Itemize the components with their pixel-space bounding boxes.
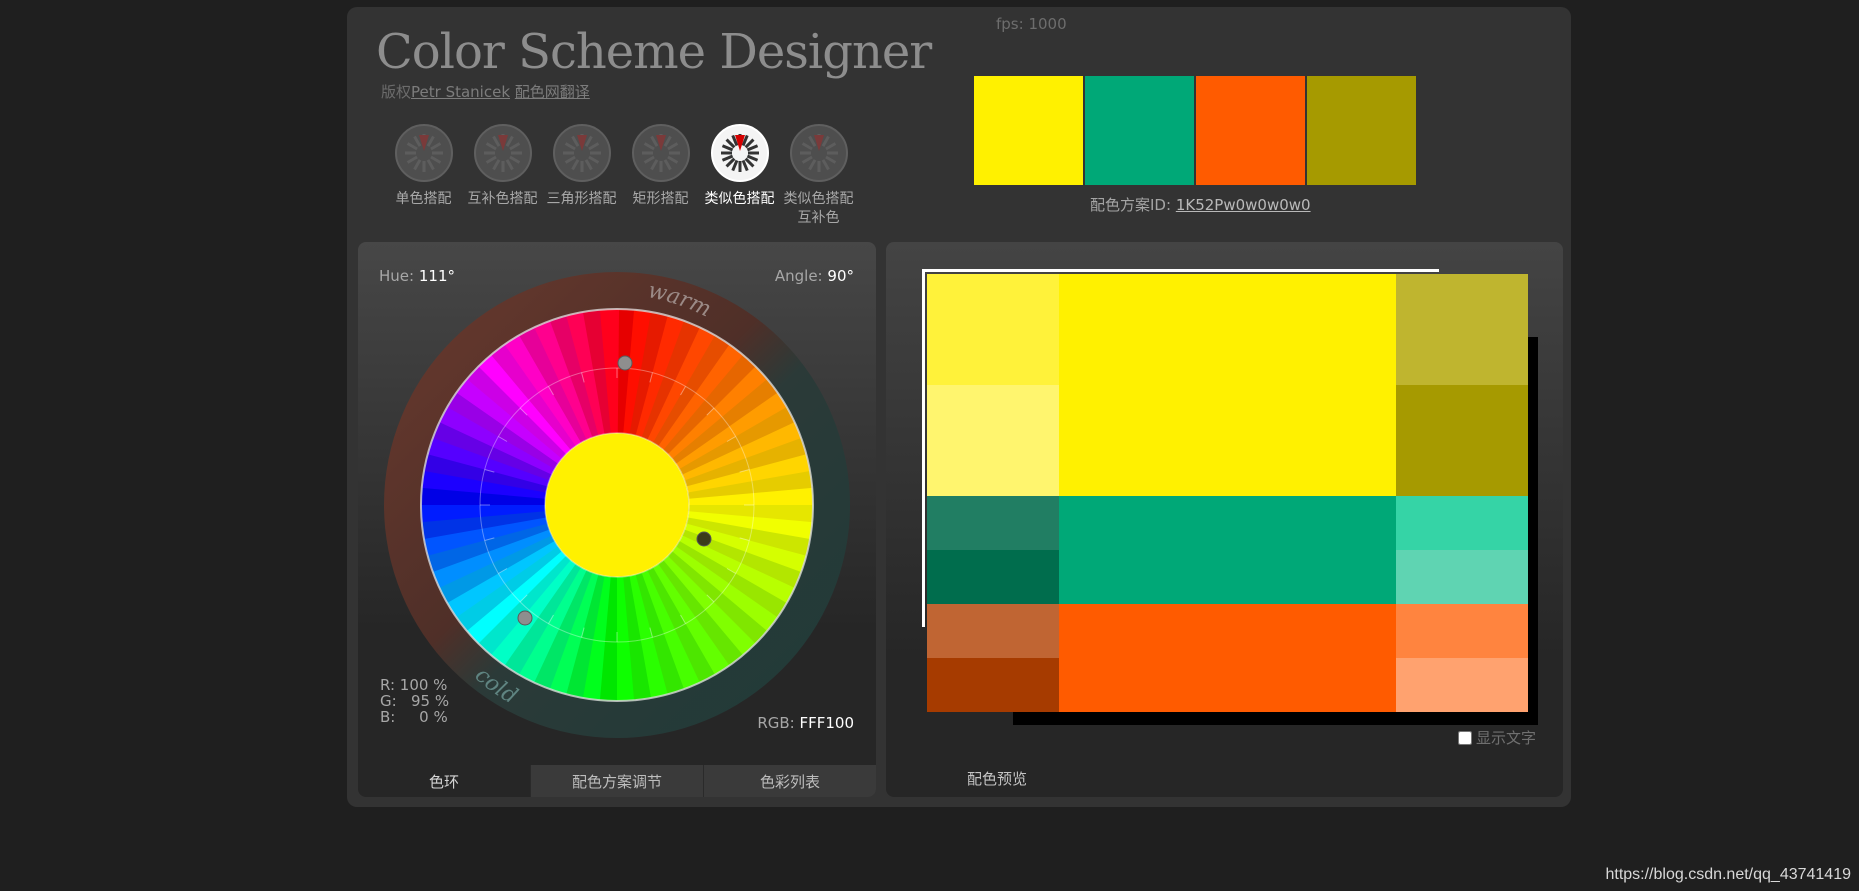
- show-text-toggle[interactable]: 显示文字: [1457, 727, 1536, 748]
- tab-scheme-adjust[interactable]: 配色方案调节: [530, 765, 703, 797]
- scheme-swatch-3[interactable]: [1196, 76, 1305, 185]
- hue-handle-secondary-a[interactable]: [617, 355, 633, 371]
- app-title: Color Scheme Designer: [376, 24, 932, 80]
- author-link[interactable]: Petr Stanicek: [411, 83, 510, 101]
- rgb-percent-readout: R: 100 % G: 95 % B: 0 %: [380, 676, 450, 726]
- mode-option-3[interactable]: 三角形搭配: [542, 124, 621, 228]
- translator-link[interactable]: 配色网翻译: [515, 83, 590, 101]
- mode-label-2: 互补色搭配: [467, 191, 538, 207]
- preview-primary-dark-1: [1396, 274, 1528, 385]
- preview-primary-main: [1059, 274, 1396, 496]
- mode-option-2[interactable]: 互补色搭配: [463, 124, 542, 228]
- analogic-mode-icon[interactable]: [710, 124, 769, 182]
- show-text-label: 显示文字: [1475, 729, 1536, 747]
- scheme-swatch-1[interactable]: [974, 76, 1083, 185]
- scheme-swatches: [974, 76, 1416, 185]
- mono-mode-icon[interactable]: [394, 124, 453, 182]
- preview-color-grid: [927, 274, 1528, 712]
- tab-color-list[interactable]: 色彩列表: [703, 765, 876, 797]
- preview-secondary-b-2: [927, 658, 1059, 712]
- watermark-url: https://blog.csdn.net/qq_43741419: [1605, 866, 1851, 883]
- tab-color-wheel[interactable]: 色环: [358, 765, 530, 797]
- preview-secondary-b-1: [927, 604, 1059, 658]
- tetrad-mode-icon[interactable]: [631, 124, 690, 182]
- preview-panel: 显示文字 配色预览: [886, 242, 1563, 797]
- triad-mode-icon[interactable]: [552, 124, 611, 182]
- preview-secondary-a-4: [1396, 550, 1528, 604]
- rgb-hex-readout: RGB: FFF100: [757, 714, 854, 732]
- tab-preview[interactable]: 配色预览: [967, 768, 1027, 789]
- preview-secondary-a-1: [927, 496, 1059, 550]
- preview-secondary-b-main: [1059, 604, 1396, 712]
- analogic-accent-mode-icon[interactable]: [789, 124, 848, 182]
- preview-secondary-a-3: [1396, 496, 1528, 550]
- preview-primary-light-2: [927, 385, 1059, 496]
- complement-mode-icon[interactable]: [473, 124, 532, 182]
- color-wheel-panel: Hue: 111° Angle: 90° warm cold R: 100 % …: [358, 242, 876, 797]
- rgb-label: RGB:: [757, 714, 795, 732]
- preview-primary-dark-2: [1396, 385, 1528, 496]
- scheme-swatch-2[interactable]: [1085, 76, 1194, 185]
- preview-secondary-b-3: [1396, 604, 1528, 658]
- preview-secondary-a-main: [1059, 496, 1396, 604]
- hue-handle-secondary-b[interactable]: [517, 610, 533, 626]
- scheme-id-label: 配色方案ID:: [1090, 196, 1172, 214]
- mode-label-3: 三角形搭配: [546, 191, 617, 207]
- show-text-checkbox[interactable]: [1457, 730, 1472, 745]
- mode-label-1: 单色搭配: [395, 191, 452, 207]
- preview-secondary-b-4: [1396, 658, 1528, 712]
- credit-prefix: 版权: [381, 83, 412, 101]
- scheme-mode-selector: 单色搭配 互补色搭配 三角形搭配 矩形搭配 类似色搭配 类似色搭配互补色: [384, 124, 858, 228]
- color-wheel[interactable]: warm cold: [384, 272, 850, 738]
- scheme-id-link[interactable]: 1K52Pw0w0w0w0: [1176, 196, 1311, 214]
- scheme-swatch-4[interactable]: [1307, 76, 1416, 185]
- fps-counter: fps: 1000: [996, 15, 1067, 33]
- mode-option-6[interactable]: 类似色搭配互补色: [779, 124, 858, 228]
- mode-label-5: 类似色搭配: [704, 191, 775, 207]
- rgb-hex-value: FFF100: [799, 714, 854, 732]
- credit-line: 版权Petr Stanicek 配色网翻译: [381, 81, 590, 102]
- mode-label-4: 矩形搭配: [632, 191, 689, 207]
- preview-primary-light-1: [927, 274, 1059, 385]
- hue-handle-primary[interactable]: [696, 531, 712, 547]
- wheel-panel-tabs: 色环 配色方案调节 色彩列表: [358, 765, 876, 797]
- mode-label-6: 类似色搭配互补色: [783, 191, 854, 226]
- scheme-id-line: 配色方案ID: 1K52Pw0w0w0w0: [1090, 194, 1311, 215]
- mode-option-1[interactable]: 单色搭配: [384, 124, 463, 228]
- mode-option-5[interactable]: 类似色搭配: [700, 124, 779, 228]
- preview-secondary-a-2: [927, 550, 1059, 604]
- mode-option-4[interactable]: 矩形搭配: [621, 124, 700, 228]
